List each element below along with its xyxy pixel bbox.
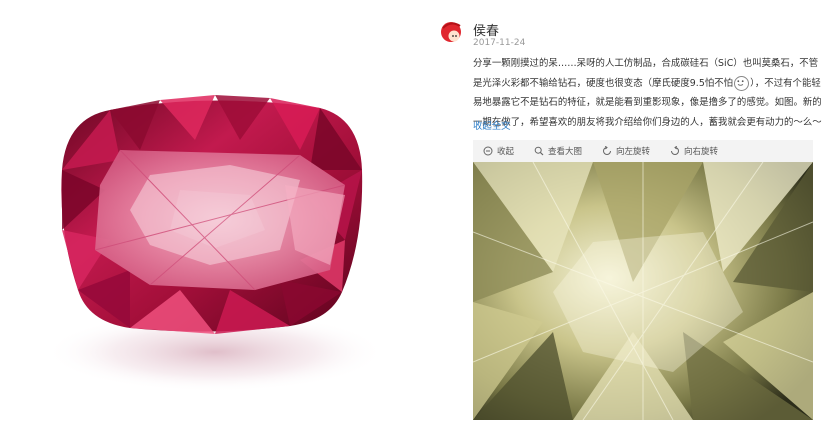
username[interactable]: 侯春: [473, 20, 499, 39]
rotate-left-icon: [603, 146, 612, 155]
collapse-label: 收起: [497, 147, 515, 157]
collapse-button[interactable]: 收起: [483, 145, 514, 157]
image-toolbar: 收起 查看大图 向左旋转 向右旋转: [473, 140, 813, 162]
rotate-right-label: 向右旋转: [684, 147, 719, 157]
user-avatar[interactable]: [439, 20, 465, 46]
post-content: 分享一颗刚摸过的呆……呆呀的人工仿制品，合成碳硅石（SiC）也叫莫桑石，不管是光…: [473, 54, 825, 132]
emoji-icon: [734, 75, 750, 91]
post-timestamp: 2017-11-24: [473, 38, 526, 48]
gemstone-image: [0, 0, 430, 420]
view-large-button[interactable]: 查看大图: [534, 145, 582, 157]
collapse-icon: [483, 146, 493, 156]
social-post: 侯春 2017-11-24 分享一颗刚摸过的呆……呆呀的人工仿制品，合成碳硅石（…: [430, 0, 827, 420]
rotate-left-button[interactable]: 向左旋转: [602, 145, 650, 157]
view-large-label: 查看大图: [548, 147, 583, 157]
rotate-left-label: 向左旋转: [616, 147, 651, 157]
moissanite-photo[interactable]: [473, 162, 813, 420]
magnifier-icon: [534, 146, 544, 156]
collapse-full-text-link[interactable]: 收起全文: [473, 118, 511, 132]
rotate-right-icon: [671, 146, 680, 155]
rotate-right-button[interactable]: 向右旋转: [670, 145, 718, 157]
